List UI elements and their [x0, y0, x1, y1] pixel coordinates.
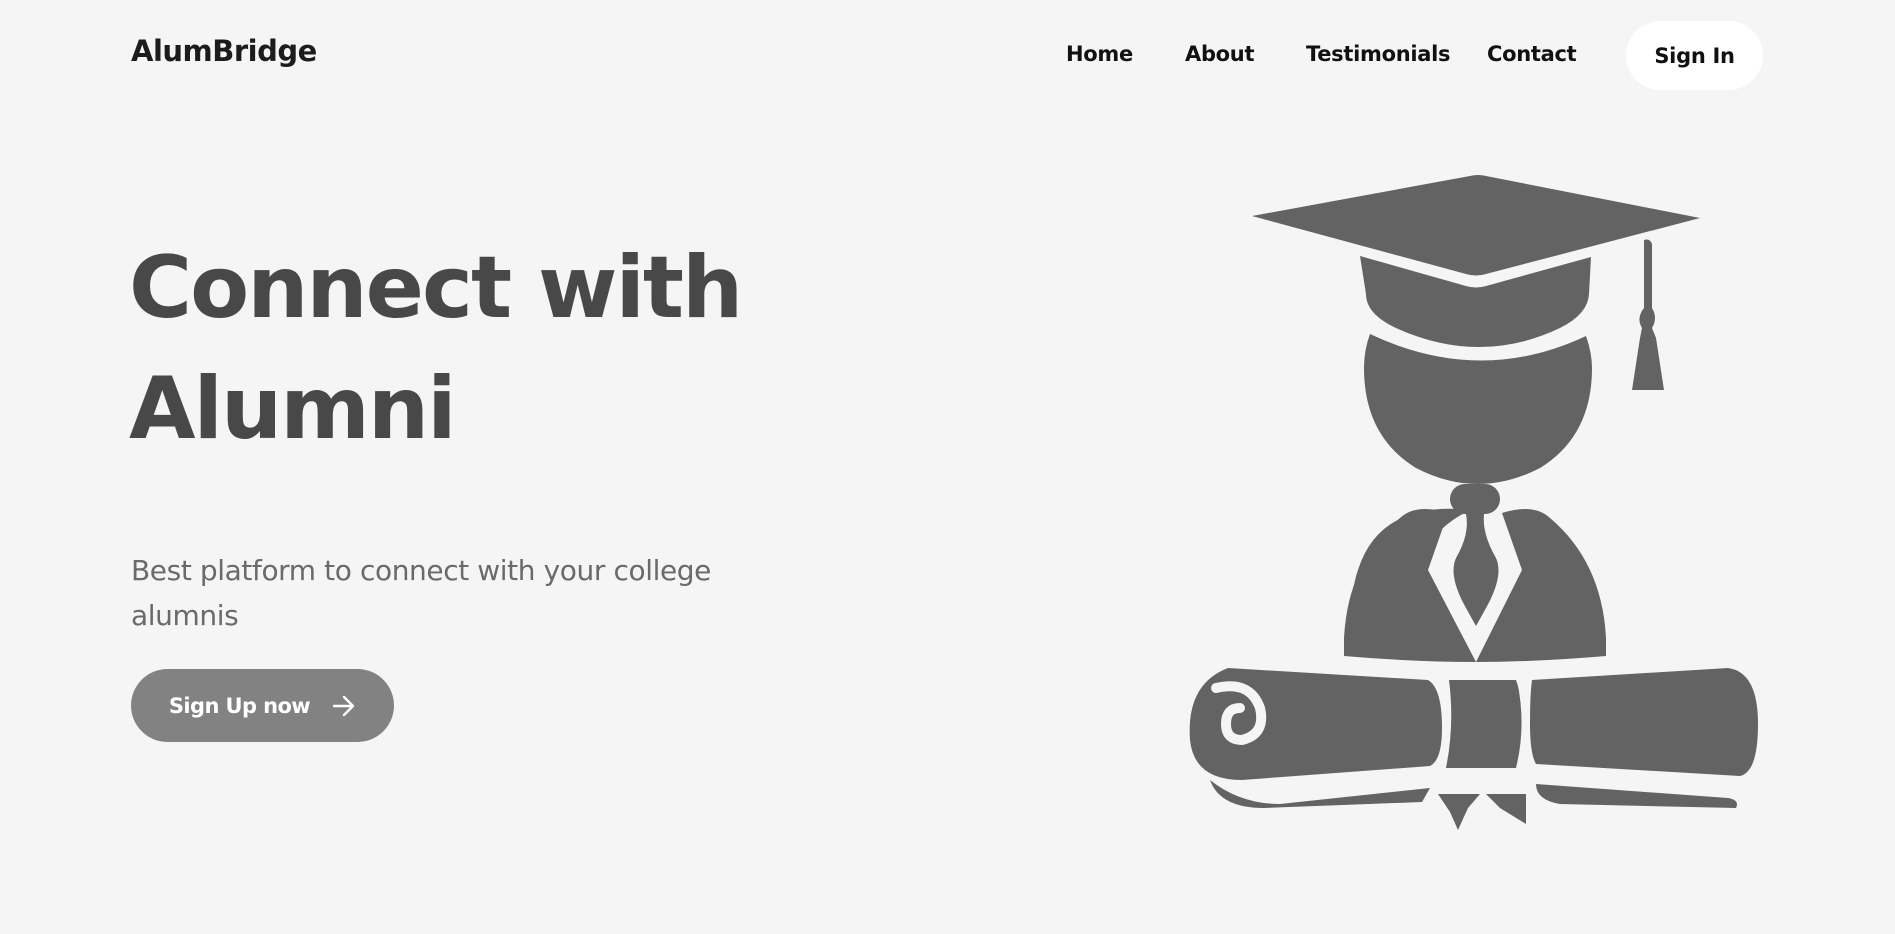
nav-home-link[interactable]: Home	[1066, 42, 1133, 66]
nav-contact-link[interactable]: Contact	[1487, 42, 1577, 66]
sign-in-button[interactable]: Sign In	[1626, 21, 1763, 90]
sign-up-now-label: Sign Up now	[168, 693, 311, 718]
hero-subtitle: Best platform to connect with your colle…	[131, 548, 731, 638]
head-shape	[1364, 334, 1592, 484]
landing-page: AlumBridge Home About Testimonials Conta…	[0, 0, 1895, 934]
arrow-right-icon	[332, 695, 355, 716]
hero-title-line-2: Alumni	[129, 359, 457, 459]
site-header: AlumBridge Home About Testimonials Conta…	[0, 0, 1895, 112]
sign-up-now-button[interactable]: Sign Up now	[131, 669, 394, 742]
hero-title: Connect with Alumni	[129, 228, 829, 470]
main-nav: Home About Testimonials Contact Sign In	[0, 0, 1895, 112]
hero-subtitle-line-2: alumnis	[131, 599, 239, 632]
graduate-illustration	[1189, 175, 1758, 830]
hero-subtitle-line-1: Best platform to connect with your colle…	[131, 554, 711, 587]
hero-title-line-1: Connect with	[129, 238, 743, 338]
nav-about-link[interactable]: About	[1185, 42, 1255, 66]
nav-testimonials-link[interactable]: Testimonials	[1306, 42, 1451, 66]
mortarboard-icon	[1252, 175, 1700, 276]
